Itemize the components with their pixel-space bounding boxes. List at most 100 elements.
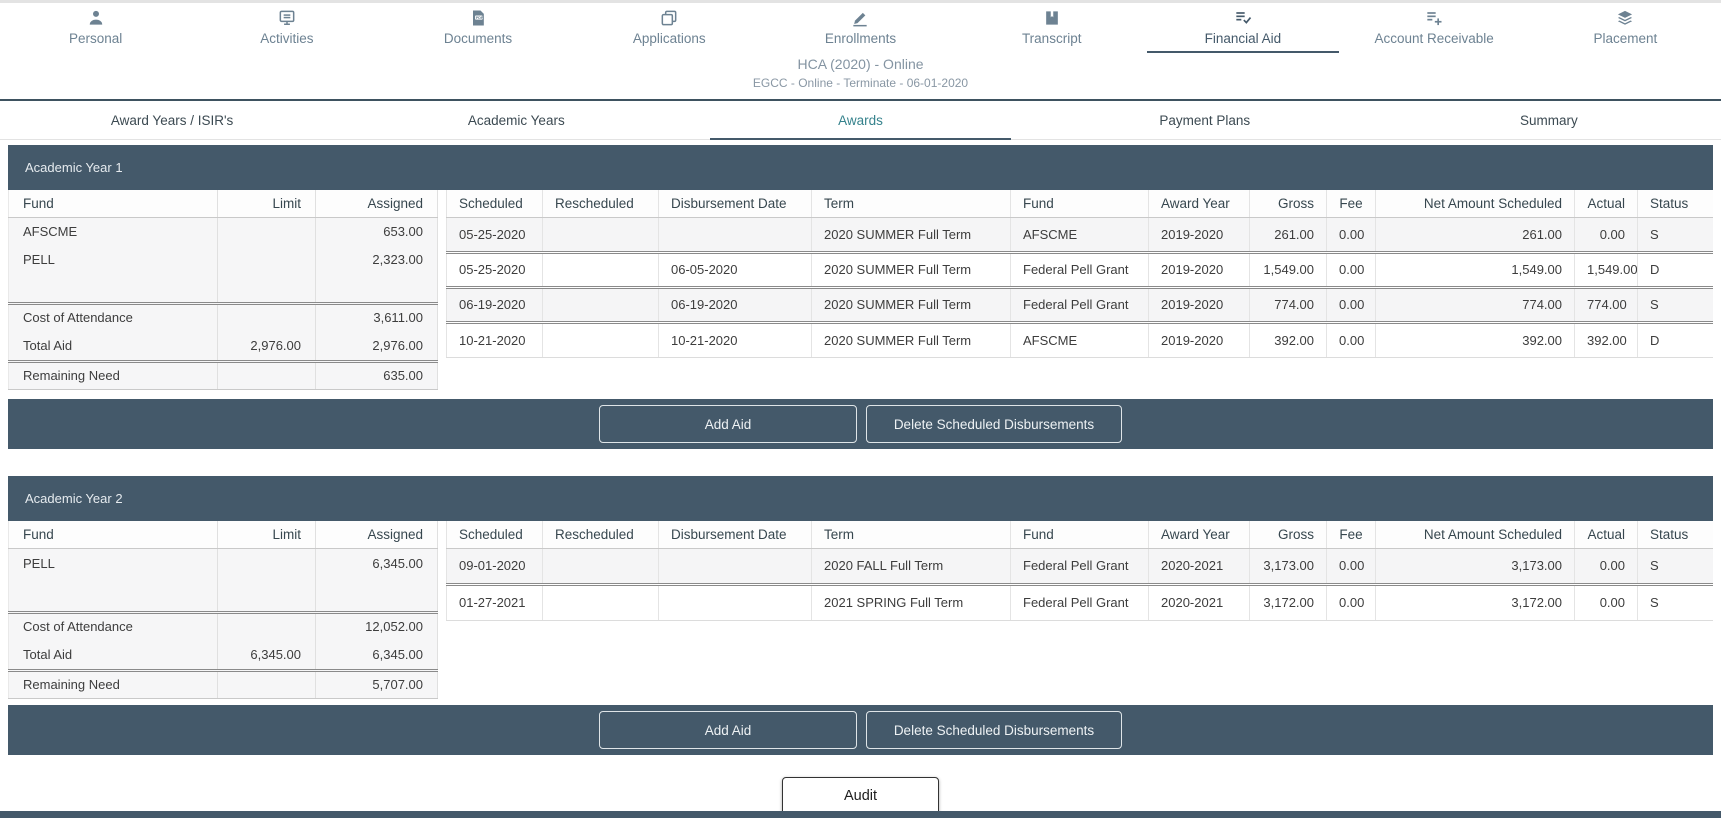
nav-item-documents[interactable]: PDF Documents bbox=[382, 8, 573, 53]
cell-fee: 0.00 bbox=[1327, 584, 1376, 620]
enrollments-icon bbox=[850, 8, 870, 28]
cell-rescheduled bbox=[543, 287, 659, 322]
nav-item-applications[interactable]: Applications bbox=[574, 8, 765, 53]
cell-award-year: 2019-2020 bbox=[1149, 322, 1250, 357]
col-fund: Fund bbox=[9, 190, 218, 217]
fund-assigned: 653.00 bbox=[316, 217, 438, 245]
delete-scheduled-disbursements-button[interactable]: Delete Scheduled Disbursements bbox=[866, 711, 1122, 749]
cell-award-year: 2020-2021 bbox=[1149, 584, 1250, 620]
nav-item-enrollments[interactable]: Enrollments bbox=[765, 8, 956, 53]
filler-row bbox=[9, 273, 438, 303]
disbursement-row[interactable]: 10-21-2020 10-21-2020 2020 SUMMER Full T… bbox=[447, 322, 1714, 357]
fund-row[interactable]: AFSCME 653.00 bbox=[9, 217, 438, 245]
remaining-need-row: Remaining Need 5,707.00 bbox=[9, 670, 438, 698]
cell-fund: Federal Pell Grant bbox=[1011, 584, 1149, 620]
program-header: HCA (2020) - Online EGCC - Online - Term… bbox=[0, 53, 1721, 101]
cell-scheduled: 06-19-2020 bbox=[447, 287, 543, 322]
table-header-row: Scheduled Rescheduled Disbursement Date … bbox=[447, 190, 1714, 217]
col-net-amount-scheduled: Net Amount Scheduled bbox=[1376, 190, 1575, 217]
nav-item-transcript[interactable]: Transcript bbox=[956, 8, 1147, 53]
cell-net-amount: 774.00 bbox=[1376, 287, 1575, 322]
year-2-tables: Fund Limit Assigned PELL 6,345.00 Cost o… bbox=[8, 521, 1713, 705]
account-receivable-icon bbox=[1424, 8, 1444, 28]
cell-scheduled: 05-25-2020 bbox=[447, 217, 543, 252]
financial-aid-icon bbox=[1233, 8, 1253, 28]
table-header-row: Scheduled Rescheduled Disbursement Date … bbox=[447, 521, 1714, 548]
disbursement-row[interactable]: 09-01-2020 2020 FALL Full Term Federal P… bbox=[447, 548, 1714, 584]
col-term: Term bbox=[812, 521, 1011, 548]
total-aid-assigned: 6,345.00 bbox=[316, 640, 438, 670]
nav-item-label: Transcript bbox=[1022, 31, 1082, 46]
cell-gross: 261.00 bbox=[1250, 217, 1327, 252]
add-aid-button[interactable]: Add Aid bbox=[599, 711, 857, 749]
nav-item-label: Placement bbox=[1593, 31, 1657, 46]
total-aid-row: Total Aid 2,976.00 2,976.00 bbox=[9, 331, 438, 361]
col-fee: Fee bbox=[1327, 521, 1376, 548]
cell-award-year: 2019-2020 bbox=[1149, 287, 1250, 322]
cell-status: D bbox=[1638, 322, 1714, 357]
nav-item-label: Documents bbox=[444, 31, 512, 46]
placement-icon bbox=[1615, 8, 1635, 28]
cell-term: 2021 SPRING Full Term bbox=[812, 584, 1011, 620]
tab-academic-years[interactable]: Academic Years bbox=[344, 101, 688, 139]
svg-text:PDF: PDF bbox=[476, 16, 484, 20]
nav-item-personal[interactable]: Personal bbox=[0, 8, 191, 53]
cell-actual: 0.00 bbox=[1575, 584, 1638, 620]
nav-item-label: Enrollments bbox=[825, 31, 896, 46]
applications-icon bbox=[659, 8, 679, 28]
table-header-row: Fund Limit Assigned bbox=[9, 521, 438, 548]
nav-item-account-receivable[interactable]: Account Receivable bbox=[1339, 8, 1530, 53]
fund-row[interactable]: PELL 6,345.00 bbox=[9, 548, 438, 578]
tab-award-years-isirs[interactable]: Award Years / ISIR's bbox=[0, 101, 344, 139]
tab-payment-plans[interactable]: Payment Plans bbox=[1033, 101, 1377, 139]
fund-name: AFSCME bbox=[9, 217, 218, 245]
section-title: Academic Year 1 bbox=[8, 145, 1713, 190]
cell-fund: Federal Pell Grant bbox=[1011, 287, 1149, 322]
program-subtitle: EGCC - Online - Terminate - 06-01-2020 bbox=[0, 76, 1721, 90]
cell-fund: AFSCME bbox=[1011, 322, 1149, 357]
fund-row[interactable]: PELL 2,323.00 bbox=[9, 245, 438, 273]
cell-actual: 1,549.00 bbox=[1575, 252, 1638, 287]
disbursement-row[interactable]: 06-19-2020 06-19-2020 2020 SUMMER Full T… bbox=[447, 287, 1714, 322]
col-fund: Fund bbox=[1011, 521, 1149, 548]
cell-actual: 774.00 bbox=[1575, 287, 1638, 322]
nav-item-label: Personal bbox=[69, 31, 122, 46]
total-aid-assigned: 2,976.00 bbox=[316, 331, 438, 361]
col-term: Term bbox=[812, 190, 1011, 217]
fund-limit bbox=[218, 548, 316, 578]
documents-icon: PDF bbox=[468, 8, 488, 28]
cell-disbursement-date bbox=[659, 548, 812, 584]
total-aid-row: Total Aid 6,345.00 6,345.00 bbox=[9, 640, 438, 670]
nav-item-activities[interactable]: Activities bbox=[191, 8, 382, 53]
cell-rescheduled bbox=[543, 252, 659, 287]
cell-term: 2020 SUMMER Full Term bbox=[812, 252, 1011, 287]
cell-fund: Federal Pell Grant bbox=[1011, 252, 1149, 287]
cell-fee: 0.00 bbox=[1327, 548, 1376, 584]
delete-scheduled-disbursements-button[interactable]: Delete Scheduled Disbursements bbox=[866, 405, 1122, 443]
disbursement-row[interactable]: 05-25-2020 2020 SUMMER Full Term AFSCME … bbox=[447, 217, 1714, 252]
nav-item-placement[interactable]: Placement bbox=[1530, 8, 1721, 53]
cell-disbursement-date bbox=[659, 217, 812, 252]
tab-awards[interactable]: Awards bbox=[688, 101, 1032, 139]
row-label: Remaining Need bbox=[9, 670, 218, 698]
fund-limit bbox=[218, 217, 316, 245]
disbursement-row[interactable]: 01-27-2021 2021 SPRING Full Term Federal… bbox=[447, 584, 1714, 620]
cost-of-attendance-value: 3,611.00 bbox=[316, 303, 438, 331]
cell-net-amount: 3,172.00 bbox=[1376, 584, 1575, 620]
tab-summary[interactable]: Summary bbox=[1377, 101, 1721, 139]
fund-assigned: 6,345.00 bbox=[316, 548, 438, 578]
fund-name: PELL bbox=[9, 245, 218, 273]
fund-summary-table: Fund Limit Assigned PELL 6,345.00 Cost o… bbox=[8, 521, 438, 699]
add-aid-button[interactable]: Add Aid bbox=[599, 405, 857, 443]
cell-fee: 0.00 bbox=[1327, 217, 1376, 252]
col-disbursement-date: Disbursement Date bbox=[659, 521, 812, 548]
audit-button[interactable]: Audit bbox=[782, 777, 939, 815]
cell-status: S bbox=[1638, 217, 1714, 252]
cell-actual: 0.00 bbox=[1575, 548, 1638, 584]
row-label: Total Aid bbox=[9, 331, 218, 361]
disbursement-row[interactable]: 05-25-2020 06-05-2020 2020 SUMMER Full T… bbox=[447, 252, 1714, 287]
cell-scheduled: 01-27-2021 bbox=[447, 584, 543, 620]
nav-item-financial-aid[interactable]: Financial Aid bbox=[1147, 8, 1338, 53]
program-title: HCA (2020) - Online bbox=[0, 56, 1721, 72]
col-scheduled: Scheduled bbox=[447, 190, 543, 217]
